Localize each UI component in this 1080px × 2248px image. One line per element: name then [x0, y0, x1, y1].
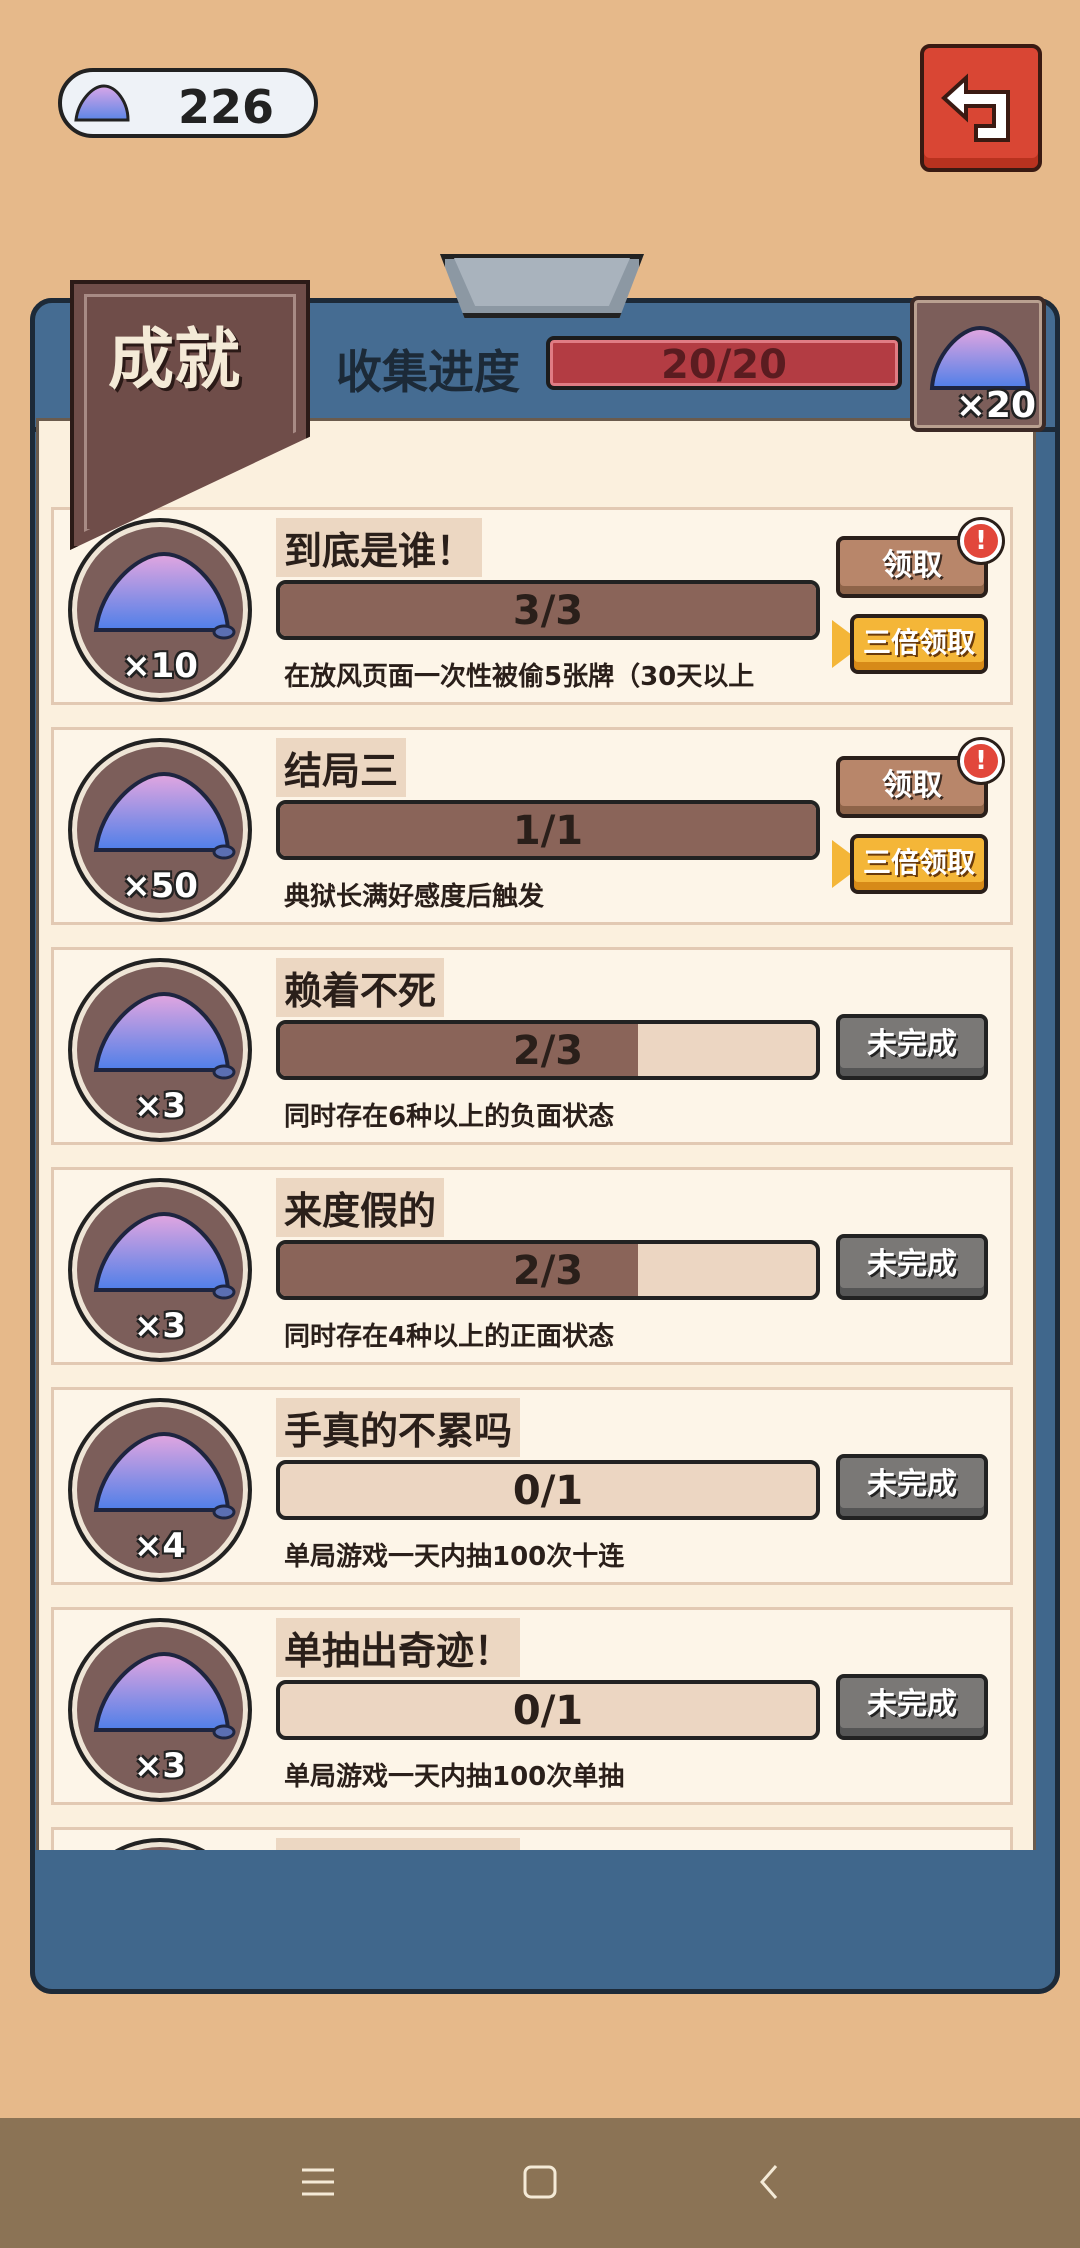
progress-bar: 3/3	[276, 580, 820, 640]
alert-badge-icon: !	[960, 740, 1002, 782]
progress-text: 1/1	[512, 808, 584, 854]
progress-text: 3/3	[512, 588, 584, 634]
progress-text: 2/3	[512, 1028, 584, 1074]
reward-qty: ×4	[133, 1526, 187, 1566]
alert-badge-icon: !	[960, 520, 1002, 562]
achievement-card: ×3 单抽出奇迹！ 0/1 单局游戏一天内抽100次单抽 未完成	[51, 1607, 1013, 1805]
collect-reward-qty: ×20	[955, 385, 1036, 426]
incomplete-button[interactable]: 未完成	[836, 1014, 988, 1080]
achievement-card: ×10 到底是谁！ 3/3 在放风页面一次性被偷5张牌（30天以上 领取 ! 三…	[51, 507, 1013, 705]
progress-bar: 1/1	[276, 800, 820, 860]
collect-progress-text: 20/20	[661, 342, 787, 388]
progress-bar: 0/1	[276, 1460, 820, 1520]
slime-gem-icon	[93, 1211, 236, 1300]
achievement-desc: 同时存在4种以上的正面状态	[284, 1322, 615, 1352]
reward-qty: ×3	[133, 1086, 187, 1126]
progress-text: 0/1	[512, 1688, 584, 1734]
progress-bar: 0/1	[276, 1680, 820, 1740]
reward-icon: ×10	[68, 518, 252, 702]
achievement-paper: ×10 到底是谁！ 3/3 在放风页面一次性被偷5张牌（30天以上 领取 ! 三…	[36, 418, 1036, 1858]
collect-reward-button[interactable]: ×20	[910, 296, 1046, 432]
reward-icon: ×3	[68, 1618, 252, 1802]
home-square-icon[interactable]	[520, 2162, 560, 2202]
triple-claim-button[interactable]: 三倍领取	[850, 834, 988, 894]
achievement-title: 赖着不死	[276, 958, 445, 1017]
reward-icon: ×50	[68, 738, 252, 922]
slime-gem-icon	[93, 551, 236, 640]
incomplete-button[interactable]: 未完成	[836, 1454, 988, 1520]
achievement-title: 到底是谁！	[276, 518, 483, 577]
achievement-card: ×4 手真的不累吗 0/1 单局游戏一天内抽100次十连 未完成	[51, 1387, 1013, 1585]
achievement-card: ×50 结局三 1/1 典狱长满好感度后触发 领取 ! 三倍领取	[51, 727, 1013, 925]
achievement-title: 来度假的	[276, 1178, 445, 1237]
achievement-card: ×3 赖着不死 2/3 同时存在6种以上的负面状态 未完成	[51, 947, 1013, 1145]
slime-gem-icon	[74, 84, 130, 122]
achievement-desc: 同时存在6种以上的负面状态	[284, 1102, 615, 1132]
achievement-card: ×3 来度假的 2/3 同时存在4种以上的正面状态 未完成	[51, 1167, 1013, 1365]
progress-text: 0/1	[512, 1468, 584, 1514]
achievement-title: 单抽出奇迹！	[276, 1618, 521, 1677]
achievement-title: 结局三	[276, 738, 407, 797]
achievement-desc: 在放风页面一次性被偷5张牌（30天以上	[284, 662, 755, 692]
achievement-title: 手真的不累吗	[276, 1398, 521, 1457]
collect-progress-bar: 20/20	[546, 336, 902, 390]
slime-gem-icon	[93, 1431, 236, 1520]
reward-qty: ×10	[122, 646, 198, 686]
back-button[interactable]	[920, 44, 1042, 172]
back-chevron-icon[interactable]	[750, 2162, 790, 2202]
achievement-desc: 单局游戏一天内抽100次单抽	[284, 1762, 625, 1792]
return-arrow-icon	[941, 73, 1010, 142]
progress-bar: 2/3	[276, 1020, 820, 1080]
reward-icon: ×3	[68, 1178, 252, 1362]
collect-progress-label: 收集进度	[336, 345, 520, 399]
currency-amount: 226	[178, 80, 275, 134]
clipboard-clip-inner	[454, 258, 630, 306]
triple-claim-button[interactable]: 三倍领取	[850, 614, 988, 674]
slime-gem-icon	[93, 991, 236, 1080]
incomplete-button[interactable]: 未完成	[836, 1234, 988, 1300]
system-nav-bar	[0, 2118, 1080, 2248]
reward-icon: ×4	[68, 1398, 252, 1582]
reward-qty: ×3	[133, 1746, 187, 1786]
menu-icon[interactable]	[298, 2162, 338, 2202]
progress-text: 2/3	[512, 1248, 584, 1294]
reward-icon: ×3	[68, 958, 252, 1142]
reward-qty: ×50	[122, 866, 198, 906]
achievement-desc: 典狱长满好感度后触发	[284, 882, 545, 912]
achievement-desc: 单局游戏一天内抽100次十连	[284, 1542, 625, 1572]
slime-gem-icon	[93, 771, 236, 860]
currency-display: 226	[58, 68, 318, 138]
board-footer	[30, 1850, 1060, 1994]
page-title: 成就	[108, 321, 240, 398]
slime-gem-icon	[93, 1651, 236, 1740]
reward-qty: ×3	[133, 1306, 187, 1346]
progress-bar: 2/3	[276, 1240, 820, 1300]
incomplete-button[interactable]: 未完成	[836, 1674, 988, 1740]
